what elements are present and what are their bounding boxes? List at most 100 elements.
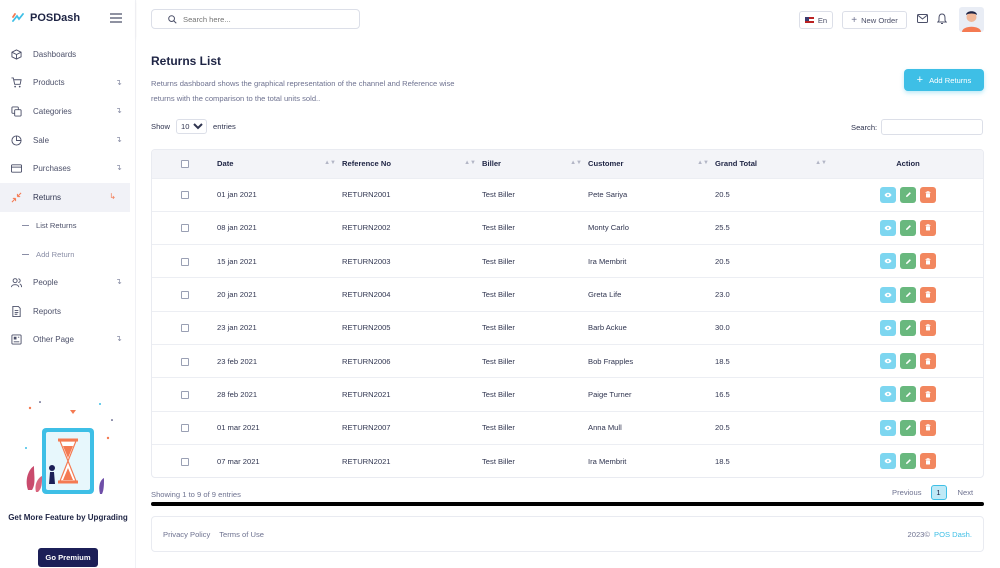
date-cell: 23 feb 2021 <box>217 356 258 366</box>
date-cell: 20 jan 2021 <box>217 290 257 300</box>
previous-button[interactable]: Previous <box>892 488 922 497</box>
column-header-reference[interactable]: Reference No ▲▼ <box>342 150 482 178</box>
edit-button[interactable] <box>900 253 916 270</box>
delete-button[interactable] <box>920 286 936 303</box>
sidebar-item-sale[interactable]: Sale ↴ <box>0 126 136 155</box>
delete-button[interactable] <box>920 353 936 370</box>
edit-button[interactable] <box>900 419 916 436</box>
terms-of-use-link[interactable]: Terms of Use <box>219 530 264 539</box>
row-checkbox[interactable] <box>180 357 189 366</box>
reference-cell: RETURN2005 <box>342 323 391 333</box>
arrows-in-icon <box>10 191 22 203</box>
edit-button[interactable] <box>900 453 916 470</box>
row-checkbox[interactable] <box>180 457 189 466</box>
go-premium-button[interactable]: Go Premium <box>38 548 98 567</box>
row-checkbox[interactable] <box>180 324 189 333</box>
select-all-checkbox[interactable] <box>180 160 189 169</box>
delete-button[interactable] <box>920 319 936 336</box>
sidebar-item-returns[interactable]: Returns ↳ <box>0 182 130 212</box>
customer-cell: Barb Ackue <box>588 323 627 333</box>
new-order-button[interactable]: + New Order <box>842 11 907 29</box>
action-cell <box>833 211 983 244</box>
view-button[interactable] <box>880 386 896 403</box>
app-logo[interactable]: POSDash <box>12 10 80 26</box>
entries-select[interactable]: 10 <box>176 119 207 134</box>
row-select-cell <box>152 245 217 278</box>
header-label: Date <box>217 159 234 169</box>
sidebar-item-reports[interactable]: Reports <box>0 297 136 326</box>
column-header-grand-total[interactable]: Grand Total ▲▼ <box>715 150 833 178</box>
sidebar-nav: Dashboards Products ↴ Categories ↴ Sale … <box>0 40 136 354</box>
delete-button[interactable] <box>920 253 936 270</box>
action-cell <box>833 411 983 444</box>
sidebar-subitem-list-returns[interactable]: List Returns <box>0 212 136 240</box>
search-input[interactable] <box>183 14 353 24</box>
privacy-policy-link[interactable]: Privacy Policy <box>163 530 210 539</box>
table-search-input[interactable] <box>881 119 984 135</box>
sidebar-item-categories[interactable]: Categories ↴ <box>0 97 136 126</box>
view-button[interactable] <box>880 453 896 470</box>
view-button[interactable] <box>880 353 896 370</box>
sidebar-item-purchases[interactable]: Purchases ↴ <box>0 154 136 183</box>
bell-icon[interactable] <box>937 13 947 25</box>
row-checkbox[interactable] <box>180 390 189 399</box>
delete-button[interactable] <box>920 186 936 203</box>
action-cell <box>833 278 983 311</box>
edit-button[interactable] <box>900 286 916 303</box>
sidebar-item-other-page[interactable]: Other Page ↴ <box>0 325 136 354</box>
edit-button[interactable] <box>900 319 916 336</box>
language-selector[interactable]: En <box>799 11 833 29</box>
search-box[interactable] <box>151 9 360 29</box>
sort-icon: ▲▼ <box>570 160 582 166</box>
view-button[interactable] <box>880 419 896 436</box>
delete-button[interactable] <box>920 453 936 470</box>
horizontal-scrollbar[interactable] <box>151 502 984 506</box>
row-checkbox[interactable] <box>180 257 189 266</box>
sidebar-item-label: Sale <box>33 135 50 145</box>
edit-button[interactable] <box>900 386 916 403</box>
edit-button[interactable] <box>900 353 916 370</box>
row-checkbox[interactable] <box>180 291 189 300</box>
page-1-button[interactable]: 1 <box>930 485 947 500</box>
mail-icon[interactable] <box>917 14 928 23</box>
sidebar-item-products[interactable]: Products ↴ <box>0 69 136 98</box>
sidebar-subitem-add-return[interactable]: Add Return <box>0 240 136 268</box>
delete-button[interactable] <box>920 419 936 436</box>
footer-brand-link[interactable]: POS Dash. <box>934 530 972 539</box>
add-returns-button[interactable]: + Add Returns <box>904 69 984 91</box>
row-checkbox[interactable] <box>180 224 189 233</box>
view-button[interactable] <box>880 219 896 236</box>
action-cell <box>833 245 983 278</box>
column-header-customer[interactable]: Customer ▲▼ <box>588 150 715 178</box>
entries-length-control: Show 10 entries <box>151 119 236 134</box>
sidebar-item-dashboards[interactable]: Dashboards <box>0 40 136 69</box>
edit-button[interactable] <box>900 186 916 203</box>
reference-cell: RETURN2001 <box>342 190 391 200</box>
view-button[interactable] <box>880 253 896 270</box>
delete-button[interactable] <box>920 386 936 403</box>
user-avatar[interactable] <box>959 7 984 32</box>
next-button[interactable]: Next <box>958 488 974 497</box>
action-cell <box>833 344 983 377</box>
show-label: Show <box>151 122 170 131</box>
delete-button[interactable] <box>920 219 936 236</box>
grand-total-cell: 18.5 <box>715 456 730 466</box>
column-header-date[interactable]: Date ▲▼ <box>217 150 342 178</box>
column-header-biller[interactable]: Biller ▲▼ <box>482 150 588 178</box>
row-select-cell <box>152 211 217 244</box>
view-button[interactable] <box>880 286 896 303</box>
view-button[interactable] <box>880 186 896 203</box>
header-label: Reference No <box>342 159 391 169</box>
view-button[interactable] <box>880 319 896 336</box>
table-row: 08 jan 2021 RETURN2002 Test Biller Monty Ca… <box>152 211 983 244</box>
row-checkbox[interactable] <box>180 191 189 200</box>
trash-icon <box>925 258 931 265</box>
biller-cell: Test Biller <box>482 290 515 300</box>
row-checkbox[interactable] <box>180 424 189 433</box>
eye-icon <box>884 225 892 231</box>
menu-toggle-icon[interactable] <box>110 13 122 23</box>
sidebar-item-people[interactable]: People ↴ <box>0 268 136 297</box>
reference-cell: RETURN2002 <box>342 223 391 233</box>
pencil-icon <box>905 292 911 298</box>
edit-button[interactable] <box>900 219 916 236</box>
